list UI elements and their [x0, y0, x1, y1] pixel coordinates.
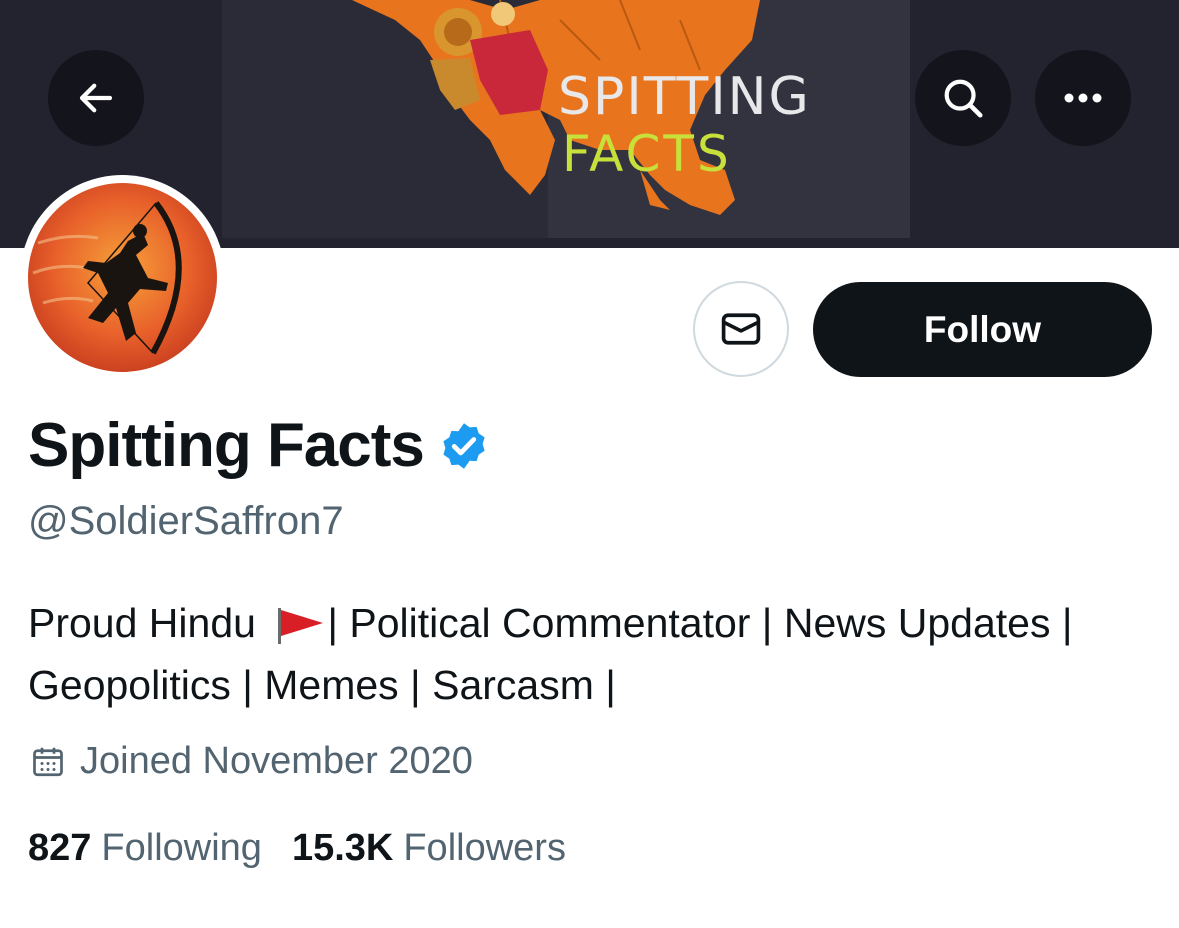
banner-subtitle: FACTS — [562, 125, 732, 183]
profile-bio: Proud Hindu | Political Commentator | Ne… — [28, 592, 1158, 716]
arrow-left-icon — [79, 83, 113, 113]
follow-button[interactable]: Follow — [813, 282, 1152, 377]
avatar[interactable] — [28, 183, 217, 372]
search-button[interactable] — [915, 50, 1011, 146]
search-icon — [944, 79, 983, 118]
following-link[interactable]: 827 Following — [28, 824, 262, 872]
archer-silhouette-avatar — [28, 183, 217, 372]
follow-stats: 827 Following 15.3K Followers — [28, 824, 566, 872]
name-row: Spitting Facts — [28, 408, 490, 484]
display-name: Spitting Facts — [28, 411, 425, 480]
joined-date: Joined November 2020 — [30, 740, 473, 783]
following-count: 827 — [28, 827, 92, 869]
saffron-flag-emoji — [278, 608, 324, 645]
following-label: Following — [101, 827, 262, 869]
more-horizontal-icon — [1064, 93, 1102, 103]
message-button[interactable] — [693, 281, 789, 377]
joined-text: Joined November 2020 — [80, 740, 473, 782]
verified-badge-icon[interactable] — [438, 420, 490, 472]
banner-title: SPITTING — [558, 67, 811, 127]
user-handle: @SoldierSaffron7 — [28, 499, 344, 543]
back-button[interactable] — [48, 50, 144, 146]
calendar-icon — [33, 747, 63, 776]
followers-count: 15.3K — [291, 827, 394, 869]
envelope-icon — [721, 313, 761, 345]
bio-text-start: Proud Hindu — [28, 600, 256, 646]
more-options-button[interactable] — [1035, 50, 1131, 146]
followers-link[interactable]: 15.3K Followers — [292, 824, 566, 872]
followers-label: Followers — [403, 827, 566, 869]
